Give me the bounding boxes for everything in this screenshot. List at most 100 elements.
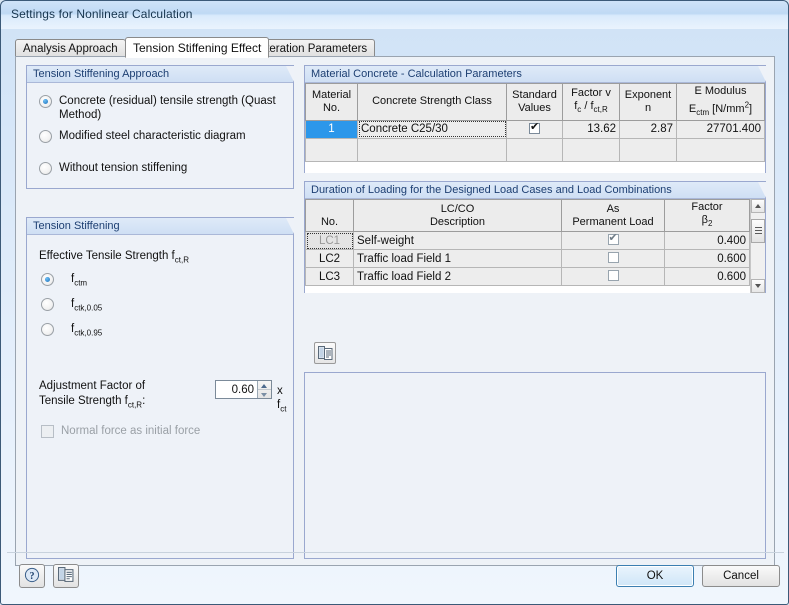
fctk095-sub: ctk,0.95: [74, 328, 103, 338]
material-strength-class[interactable]: Concrete C25/30: [357, 119, 507, 139]
col-e-modulus-l1: E Modulus: [694, 85, 747, 97]
help-button[interactable]: ?: [19, 564, 45, 588]
table-row[interactable]: 1 Concrete C25/30 13.62 2.87 27701.400: [305, 119, 765, 139]
checkbox-permanent-load-lc1[interactable]: [607, 233, 619, 246]
effective-tensile-strength-label: Effective Tensile Strength fct,R: [39, 249, 189, 267]
adjustment-factor-input[interactable]: [216, 381, 257, 398]
table-row[interactable]: LC3 Traffic load Field 2 0.600: [305, 267, 750, 287]
dialog-client-area: Analysis Approach Tension Stiffening Eff…: [7, 31, 784, 600]
col-duration-no: No.: [305, 198, 354, 233]
duration-factor-lc2[interactable]: 0.600: [664, 249, 750, 269]
material-factor-v-empty[interactable]: [562, 137, 620, 162]
document-list-icon: [58, 567, 74, 582]
cancel-button[interactable]: Cancel: [702, 565, 780, 587]
material-strength-class-empty[interactable]: [357, 137, 507, 162]
group-duration-of-loading: Duration of Loading for the Designed Loa…: [304, 181, 766, 293]
col-standard-values: Standard Values: [506, 83, 563, 121]
scroll-up-button[interactable]: [751, 199, 765, 213]
col-permanent-l2: Permanent Load: [572, 215, 654, 228]
ok-button[interactable]: OK: [616, 565, 694, 587]
stepper-down-button[interactable]: [258, 390, 271, 398]
col-factor-v-l1: Factor v: [571, 87, 611, 100]
col-duration-no-l2: No.: [320, 215, 339, 228]
material-exponent-n[interactable]: 2.87: [619, 119, 677, 139]
radio-fctk005[interactable]: [41, 298, 54, 311]
duration-factor-lc3[interactable]: 0.600: [664, 267, 750, 287]
col-as-permanent-load: As Permanent Load: [561, 198, 665, 233]
adjustment-factor-unit: x fct: [277, 384, 293, 416]
col-duration-no-l1: [328, 203, 331, 215]
checkbox-label-normal-force-initial: Normal force as initial force: [61, 425, 201, 437]
checkbox-permanent-load-lc2[interactable]: [607, 252, 619, 264]
document-button[interactable]: [53, 564, 79, 588]
group-title-approach: Tension Stiffening Approach: [27, 66, 294, 83]
stepper-up-button[interactable]: [258, 381, 271, 390]
col-factor-v-l2: fc / fct,R: [574, 100, 608, 115]
col-strength-class-l2: Concrete Strength Class: [372, 95, 492, 108]
duration-table[interactable]: No. LC/CO Description As Permanent Load: [305, 198, 750, 287]
radio-label-fctm: fctm: [71, 272, 87, 290]
duration-permanent-lc2[interactable]: [561, 249, 665, 269]
tab-iteration-parameters[interactable]: Iteration Parameters: [255, 39, 376, 57]
adjustment-factor-label-line2: Tensile Strength fct,R:: [39, 394, 145, 412]
col-beta2-l1: Factor: [691, 201, 723, 213]
unit-sub: ct: [280, 404, 287, 414]
duration-table-header-row: No. LC/CO Description As Permanent Load: [305, 198, 750, 233]
material-row-no-empty[interactable]: [305, 137, 358, 162]
duration-permanent-lc1[interactable]: [561, 231, 665, 251]
duration-row-no-lc1[interactable]: LC1: [305, 231, 354, 251]
duration-description-lc2[interactable]: Traffic load Field 1: [353, 249, 562, 269]
duration-permanent-lc3[interactable]: [561, 267, 665, 287]
duration-factor-lc1[interactable]: 0.400: [664, 231, 750, 251]
material-e-modulus-empty[interactable]: [676, 137, 765, 162]
material-e-modulus[interactable]: 27701.400: [676, 119, 765, 139]
adjustment-label-colon: :: [142, 395, 146, 407]
tab-tension-stiffening-effect[interactable]: Tension Stiffening Effect: [125, 37, 270, 58]
table-row[interactable]: LC1 Self-weight 0.400: [305, 231, 750, 251]
group-title-duration-of-loading: Duration of Loading for the Designed Loa…: [305, 182, 766, 199]
duration-description-lc3[interactable]: Traffic load Field 2: [353, 267, 562, 287]
material-table-header-row: Material No. Concrete Strength Class Sta…: [305, 83, 765, 121]
material-standard-values-empty[interactable]: [506, 137, 563, 162]
group-body-tension-stiffening: Effective Tensile Strength fct,R fctm fc…: [27, 235, 293, 559]
checkbox-permanent-load-lc3[interactable]: [607, 270, 619, 282]
col-duration-desc-l1: LC/CO: [440, 202, 475, 215]
col-factor-beta2: Factor β2: [664, 198, 750, 233]
duration-table-tool-button[interactable]: [314, 342, 336, 364]
checkbox-normal-force-initial[interactable]: [41, 425, 54, 438]
material-standard-values-cell[interactable]: [506, 119, 563, 139]
radio-quast-method[interactable]: [39, 95, 52, 108]
duration-row-no-lc3[interactable]: LC3: [305, 267, 354, 287]
adjustment-factor-label-line1: Adjustment Factor of: [39, 380, 146, 392]
material-factor-v[interactable]: 13.62: [562, 119, 620, 139]
empty-detail-panel: [304, 372, 766, 559]
title-bar: Settings for Nonlinear Calculation: [1, 1, 788, 29]
adjustment-factor-stepper[interactable]: [215, 380, 272, 399]
radio-fctm[interactable]: [41, 273, 54, 286]
radio-modified-steel-diagram[interactable]: [39, 130, 52, 143]
scroll-thumb[interactable]: [751, 219, 765, 243]
duration-row-no-lc2[interactable]: LC2: [305, 249, 354, 269]
material-row-no[interactable]: 1: [305, 119, 358, 139]
duration-description-lc1[interactable]: Self-weight: [353, 231, 562, 251]
group-body-duration-of-loading: No. LC/CO Description As Permanent Load: [305, 198, 765, 293]
group-body-material-concrete: Material No. Concrete Strength Class Sta…: [305, 83, 765, 173]
col-material-no-l2: No.: [322, 101, 341, 114]
table-row[interactable]: LC2 Traffic load Field 1 0.600: [305, 249, 750, 269]
table-row[interactable]: [305, 137, 765, 162]
radio-fctk095[interactable]: [41, 323, 54, 336]
checkbox-standard-values[interactable]: [529, 121, 540, 134]
stepper-buttons[interactable]: [257, 381, 271, 398]
material-exponent-n-empty[interactable]: [619, 137, 677, 162]
col-exponent-n-l2: n: [644, 101, 652, 114]
tab-analysis-approach[interactable]: Analysis Approach: [15, 39, 126, 57]
col-material-no: Material No.: [305, 83, 358, 121]
group-body-approach: Concrete (residual) tensile strength (Qu…: [27, 83, 293, 189]
scroll-down-button[interactable]: [751, 279, 765, 293]
material-table[interactable]: Material No. Concrete Strength Class Sta…: [305, 83, 765, 162]
col-strength-class: Concrete Strength Class: [357, 83, 507, 121]
radio-label-fctk005: fctk,0.05: [71, 297, 102, 315]
duration-table-scrollbar[interactable]: [750, 199, 765, 293]
radio-label-modified-steel-diagram: Modified steel characteristic diagram: [59, 130, 246, 142]
radio-without-tension-stiffening[interactable]: [39, 162, 52, 175]
